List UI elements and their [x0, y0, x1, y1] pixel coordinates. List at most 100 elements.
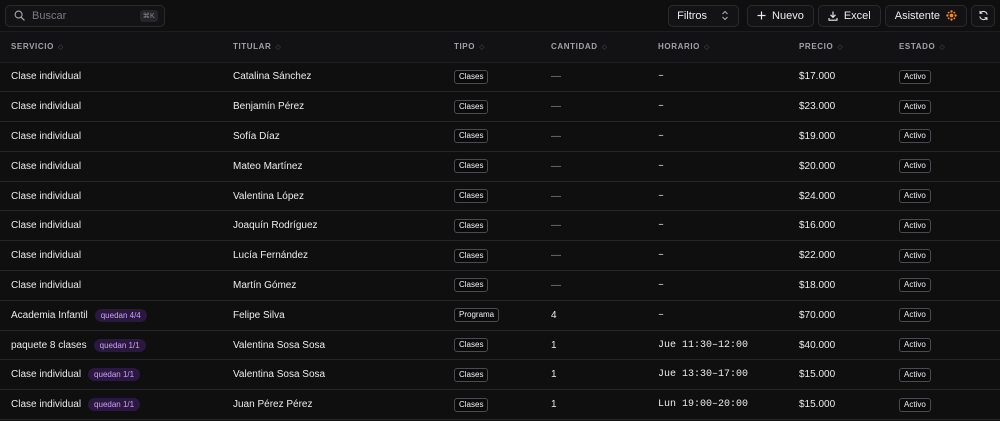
service-name: Clase individual	[11, 399, 82, 411]
status-badge: Activo	[899, 338, 931, 353]
column-header-precio[interactable]: PRECIO ◇	[788, 32, 888, 63]
cell-precio: $15.000	[788, 359, 888, 391]
column-header-tipo[interactable]: TIPO ◇	[443, 32, 540, 63]
cell-tipo: Clases	[443, 91, 540, 123]
cell-precio: $22.000	[788, 240, 888, 272]
cell-tipo: Clases	[443, 389, 540, 421]
cell-cantidad: —	[540, 121, 647, 152]
assistant-button[interactable]: Asistente	[884, 4, 967, 27]
table-row[interactable]: paquete 8 clases quedan 1/1 Valentina Sosa…	[0, 330, 1000, 361]
cell-tipo: Clases	[443, 240, 540, 272]
table-row[interactable]: Clase individual Mateo Martínez Clases — – $2…	[0, 151, 1000, 182]
sort-icon: ◇	[939, 44, 946, 52]
sparkle-icon	[946, 10, 957, 21]
cell-servicio: Clase individual	[0, 270, 222, 301]
type-chip: Clases	[454, 218, 489, 233]
cell-tipo: Clases	[443, 181, 540, 212]
status-badge: Activo	[899, 248, 931, 263]
status-badge: Activo	[899, 189, 931, 204]
table-row[interactable]: Clase individual Joaquín Rodríguez Clases —…	[0, 210, 1000, 242]
table-row[interactable]: Clase individual Catalina Sánchez Clases — –…	[0, 62, 1000, 93]
cell-precio: $70.000	[788, 300, 888, 331]
cell-titular: Catalina Sánchez	[222, 62, 443, 93]
cell-precio: $17.000	[788, 62, 888, 93]
filters-button[interactable]: Filtros	[668, 4, 740, 27]
chevron-up-down-icon	[722, 10, 728, 21]
cell-tipo: Clases	[443, 270, 540, 301]
cell-servicio: Clase individual	[0, 121, 222, 152]
cell-titular: Mateo Martínez	[222, 151, 443, 182]
sort-icon: ◇	[57, 44, 64, 52]
cell-tipo: Clases	[443, 359, 540, 391]
column-header-estado[interactable]: ESTADO ◇	[888, 32, 1000, 63]
cell-horario: –	[647, 240, 788, 272]
search-input[interactable]	[32, 9, 140, 22]
excel-export-button[interactable]: Excel	[817, 4, 881, 27]
cell-estado: Activo	[888, 121, 1000, 152]
cell-cantidad: —	[540, 181, 647, 212]
refresh-button[interactable]	[971, 4, 995, 27]
status-badge: Activo	[899, 397, 931, 412]
cell-horario: –	[647, 210, 788, 242]
cell-estado: Activo	[888, 62, 1000, 93]
service-name: Clase individual	[11, 71, 82, 83]
column-header-horario[interactable]: HORARIO ◇	[647, 32, 788, 63]
cell-horario: –	[647, 62, 788, 93]
cell-titular: Juan Pérez Pérez	[222, 389, 443, 421]
cell-estado: Activo	[888, 151, 1000, 182]
cell-horario: Jue 13:30–17:00	[647, 359, 788, 391]
service-name: Clase individual	[11, 101, 82, 113]
cell-servicio: Clase individual	[0, 240, 222, 272]
table-row[interactable]: Clase individual Benjamín Pérez Clases — – $2…	[0, 91, 1000, 123]
type-chip: Clases	[454, 159, 489, 174]
cell-cantidad: —	[540, 270, 647, 301]
cell-titular: Martín Gómez	[222, 270, 443, 301]
service-name: Clase individual	[11, 250, 82, 262]
status-badge: Activo	[899, 308, 931, 323]
service-name: Academia Infantil	[11, 309, 88, 321]
cell-precio: $16.000	[788, 210, 888, 242]
refresh-icon	[978, 10, 988, 21]
plus-icon	[757, 11, 766, 20]
table-row[interactable]: Clase individual Lucía Fernández Clases — – $…	[0, 240, 1000, 272]
table-row[interactable]: Clase individual quedan 1/1 Juan Pérez Pér…	[0, 389, 1000, 421]
cell-cantidad: 1	[540, 389, 647, 421]
cell-cantidad: —	[540, 91, 647, 123]
type-chip: Clases	[454, 69, 489, 84]
new-label: Nuevo	[772, 9, 804, 22]
cell-precio: $18.000	[788, 270, 888, 301]
table-row[interactable]: Academia Infantil quedan 4/4 Felipe Silva P…	[0, 300, 1000, 331]
table-row[interactable]: Clase individual quedan 1/1 Valentina Sosa…	[0, 359, 1000, 391]
status-badge: Activo	[899, 69, 931, 84]
status-badge: Activo	[899, 367, 931, 382]
column-header-cantidad[interactable]: CANTIDAD ◇	[540, 32, 647, 63]
sort-icon: ◇	[275, 44, 282, 52]
cell-titular: Felipe Silva	[222, 300, 443, 331]
column-header-servicio[interactable]: SERVICIO ◇	[0, 32, 222, 63]
shortcut-hint: ⌘K	[139, 9, 158, 22]
cell-estado: Activo	[888, 330, 1000, 361]
cell-tipo: Clases	[443, 210, 540, 242]
assistant-label: Asistente	[894, 9, 940, 22]
status-badge: Activo	[899, 99, 931, 114]
cell-servicio: Clase individual	[0, 210, 222, 242]
table-row[interactable]: Clase individual Sofía Díaz Clases — – $19.00…	[0, 121, 1000, 152]
status-badge: Activo	[899, 278, 931, 293]
cell-servicio: paquete 8 clases quedan 1/1	[0, 330, 222, 361]
cell-tipo: Clases	[443, 151, 540, 182]
service-name: Clase individual	[11, 220, 82, 232]
search-box[interactable]: ⌘K	[5, 4, 165, 27]
new-button[interactable]: Nuevo	[747, 4, 814, 27]
cell-servicio: Clase individual	[0, 181, 222, 212]
type-chip: Clases	[454, 338, 489, 353]
table-row[interactable]: Clase individual Valentina López Clases — – $…	[0, 181, 1000, 212]
service-name: paquete 8 clases	[11, 339, 87, 351]
table-row[interactable]: Clase individual Martín Gómez Clases — – $18.…	[0, 270, 1000, 301]
cell-estado: Activo	[888, 359, 1000, 391]
cell-tipo: Clases	[443, 121, 540, 152]
type-chip: Clases	[454, 367, 489, 382]
cell-titular: Joaquín Rodríguez	[222, 210, 443, 242]
cell-titular: Lucía Fernández	[222, 240, 443, 272]
column-header-titular[interactable]: TITULAR ◇	[222, 32, 443, 63]
service-name: Clase individual	[11, 160, 82, 172]
